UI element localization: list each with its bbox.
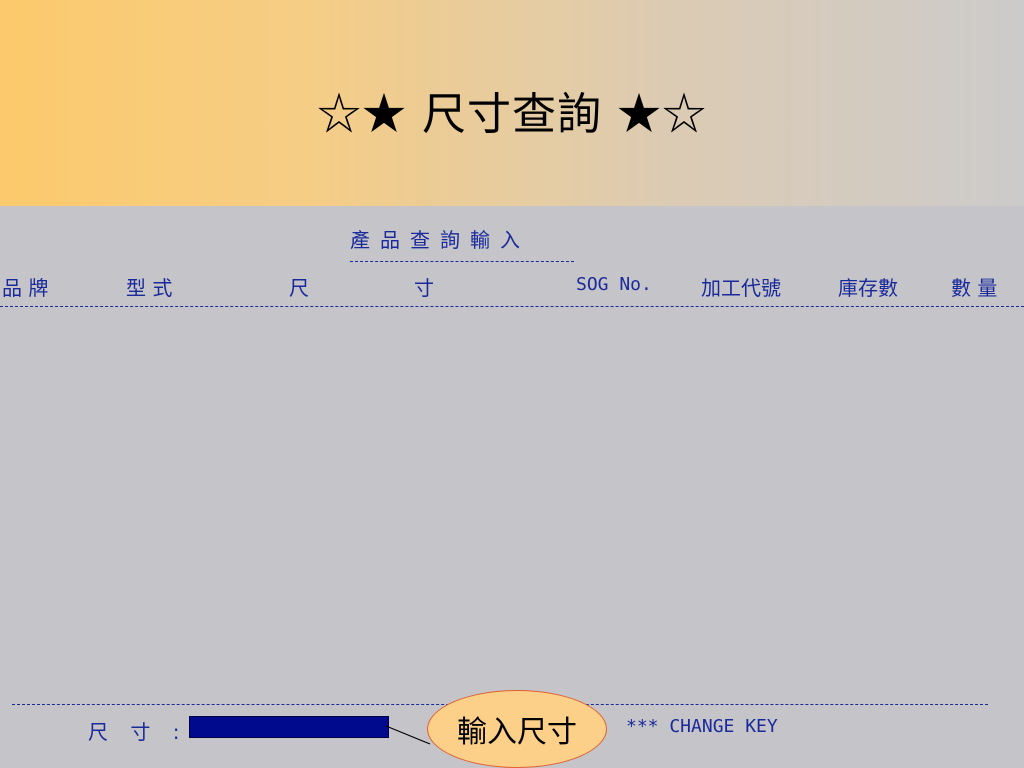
column-header-sog-no: SOG No. bbox=[576, 274, 652, 295]
callout-bubble: 輸入尺寸 bbox=[427, 690, 607, 768]
column-header-brand: 品 牌 bbox=[2, 276, 49, 300]
form-title: 產品查詢輸入 bbox=[350, 228, 530, 252]
change-key-hint: *** CHANGE KEY bbox=[626, 716, 778, 737]
column-header-quantity: 數 量 bbox=[951, 276, 998, 300]
terminal-screen: 產品查詢輸入 品 牌 型 式 尺 寸 SOG No. 加工代號 庫存數 數 量 … bbox=[0, 206, 1024, 768]
column-header-size-left: 尺 bbox=[289, 276, 309, 300]
size-input-label: 尺 寸 : bbox=[88, 720, 188, 744]
slide-title: ☆★ 尺寸查詢 ★☆ bbox=[317, 89, 707, 140]
column-header-model: 型 式 bbox=[126, 276, 173, 300]
header-divider bbox=[0, 306, 1024, 307]
column-header-process-code: 加工代號 bbox=[701, 276, 781, 300]
title-banner: ☆★ 尺寸查詢 ★☆ bbox=[0, 0, 1024, 206]
title-underline bbox=[350, 261, 574, 262]
column-header-stock: 庫存數 bbox=[838, 276, 898, 300]
callout-text: 輸入尺寸 bbox=[457, 715, 577, 750]
size-input[interactable] bbox=[189, 716, 389, 738]
column-header-size-right: 寸 bbox=[414, 276, 434, 300]
